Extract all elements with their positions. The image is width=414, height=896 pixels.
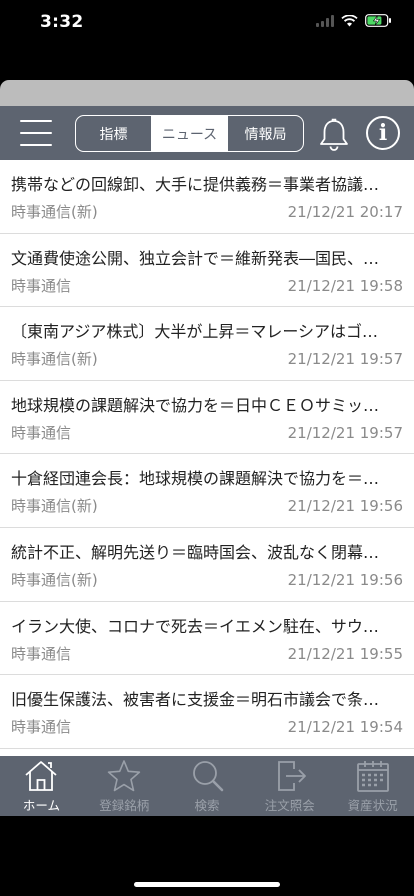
menu-line (20, 120, 52, 122)
info-icon: i (378, 120, 388, 146)
tab-assets[interactable]: 資産状況 (331, 756, 414, 816)
news-source: 時事通信(新) (11, 350, 98, 369)
news-title: 統計不正、解明先送り＝臨時国会、波乱なく閉幕… (11, 542, 380, 562)
news-item[interactable]: イラン大使、コロナで死去＝イエメン駐在、サウ… 時事通信 21/12/21 19:… (0, 602, 414, 676)
news-date: 21/12/21 19:58 (287, 276, 403, 295)
news-date: 21/12/21 20:17 (287, 203, 403, 221)
news-item[interactable]: 十倉経団連会長：地球規模の課題解決で協力を＝… 時事通信(新) 21/12/21 … (0, 454, 414, 528)
segmented-control: 指標 ニュース 情報局 (75, 115, 304, 152)
hamburger-menu-button[interactable] (20, 120, 52, 146)
news-source: 時事通信(新) (11, 203, 98, 221)
news-item[interactable]: 旧優生保護法、被害者に支援金＝明石市議会で条… 時事通信 21/12/21 19:… (0, 675, 414, 749)
news-date: 21/12/21 19:56 (287, 570, 403, 589)
bell-icon[interactable] (316, 118, 352, 152)
tab-bar: ホーム 登録銘柄 検索 注文照会 資産状況 (0, 756, 414, 816)
news-item[interactable]: 〔東南アジア株式〕大半が上昇＝マレーシアはゴ… 時事通信(新) 21/12/21 … (0, 307, 414, 381)
tab-label: 登録銘柄 (99, 798, 150, 813)
news-title: 文通費使途公開、独立会計で＝維新発表―国民、… (11, 248, 380, 268)
news-item[interactable]: 携帯などの回線卸、大手に提供義務＝事業者協議… 時事通信(新) 21/12/21 … (0, 160, 414, 234)
tab-label: ホーム (22, 798, 60, 813)
news-title: 十倉経団連会長：地球規模の課題解決で協力を＝… (11, 469, 380, 489)
search-icon (193, 761, 224, 792)
segment-news[interactable]: ニュース (151, 116, 227, 151)
home-indicator[interactable] (134, 882, 280, 887)
menu-line (20, 144, 52, 146)
news-source: 時事通信 (11, 423, 72, 442)
menu-line (20, 132, 52, 134)
segment-indicators[interactable]: 指標 (76, 116, 151, 151)
news-title: 携帯などの回線卸、大手に提供義務＝事業者協議… (11, 175, 380, 194)
tab-label: 資産状況 (347, 798, 398, 813)
news-title: 旧優生保護法、被害者に支援金＝明石市議会で条… (11, 690, 380, 710)
status-icons (316, 14, 392, 27)
news-date: 21/12/21 19:54 (287, 718, 403, 737)
news-item[interactable]: 地球規模の課題解決で協力を＝日中ＣＥＯサミッ… 時事通信 21/12/21 19:… (0, 381, 414, 455)
news-title: イラン大使、コロナで死去＝イエメン駐在、サウ… (11, 616, 379, 636)
news-title: 〔東南アジア株式〕大半が上昇＝マレーシアはゴ… (11, 322, 379, 342)
news-title: 地球規模の課題解決で協力を＝日中ＣＥＯサミッ… (11, 395, 380, 415)
star-icon (107, 760, 141, 792)
news-source: 時事通信 (11, 718, 72, 737)
order-icon (277, 761, 306, 791)
info-button[interactable]: i (366, 116, 400, 150)
news-date: 21/12/21 19:56 (287, 497, 403, 516)
status-bar: 3:32 (0, 0, 414, 44)
news-date: 21/12/21 19:55 (287, 644, 403, 663)
news-date: 21/12/21 19:57 (287, 350, 403, 369)
news-list: 携帯などの回線卸、大手に提供義務＝事業者協議… 時事通信(新) 21/12/21 … (0, 160, 414, 756)
nav-bar: 指標 ニュース 情報局 i (0, 106, 414, 160)
calendar-icon (356, 761, 389, 792)
home-icon (25, 761, 57, 791)
tab-label: 検索 (194, 798, 220, 813)
battery-charging-icon (365, 14, 391, 27)
signal-icon (316, 14, 334, 27)
status-time: 3:32 (40, 12, 84, 32)
news-source: 時事通信 (11, 644, 72, 663)
header-spacer (0, 80, 414, 106)
news-source: 時事通信 (11, 276, 72, 295)
segment-info-bureau[interactable]: 情報局 (227, 116, 303, 151)
news-source: 時事通信(新) (11, 497, 98, 516)
wifi-icon (341, 14, 358, 26)
tab-orders[interactable]: 注文照会 (248, 756, 331, 816)
tab-search[interactable]: 検索 (166, 756, 249, 816)
tab-label: 注文照会 (264, 798, 315, 813)
tab-home[interactable]: ホーム (0, 756, 83, 816)
news-date: 21/12/21 19:57 (287, 423, 403, 442)
news-item[interactable]: 文通費使途公開、独立会計で＝維新発表―国民、… 時事通信 21/12/21 19:… (0, 234, 414, 308)
news-item[interactable]: 統計不正、解明先送り＝臨時国会、波乱なく閉幕… 時事通信(新) 21/12/21 … (0, 528, 414, 602)
tab-watchlist[interactable]: 登録銘柄 (83, 756, 166, 816)
news-source: 時事通信(新) (11, 570, 98, 589)
